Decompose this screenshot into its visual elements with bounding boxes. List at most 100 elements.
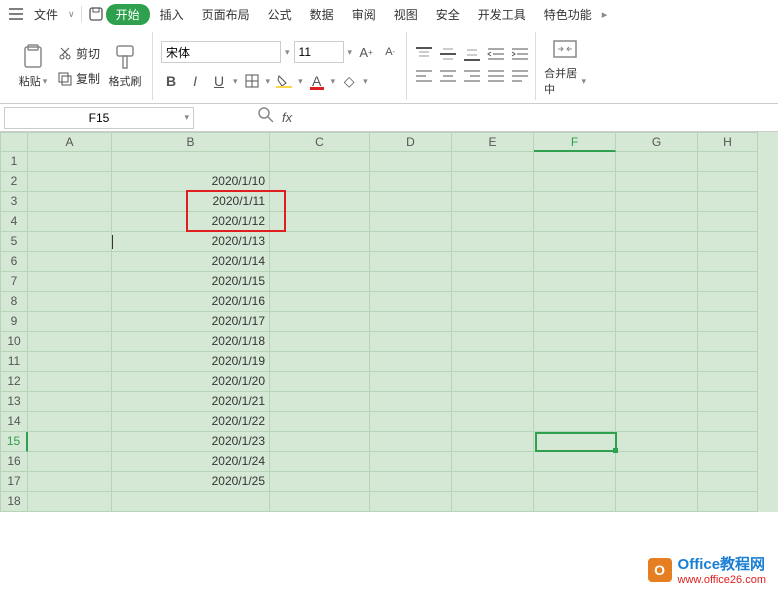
chevron-down-icon[interactable]: ▾ <box>348 47 353 58</box>
cell[interactable]: 2020/1/16 <box>112 292 270 312</box>
chevron-down-icon[interactable]: ∨ <box>68 9 75 20</box>
row-header[interactable]: 5 <box>0 232 28 252</box>
cell[interactable] <box>28 472 112 492</box>
cell[interactable]: 2020/1/18 <box>112 332 270 352</box>
cell[interactable]: 2020/1/24 <box>112 452 270 472</box>
cell[interactable] <box>452 372 534 392</box>
row-header[interactable]: 10 <box>0 332 28 352</box>
hamburger-icon[interactable] <box>8 6 24 22</box>
cell[interactable] <box>452 252 534 272</box>
underline-button[interactable]: U <box>209 71 229 91</box>
cell[interactable] <box>698 272 758 292</box>
align-right-icon[interactable] <box>463 69 481 85</box>
more-icon[interactable]: ▸ <box>602 8 608 21</box>
cell[interactable] <box>616 192 698 212</box>
align-left-icon[interactable] <box>415 69 433 85</box>
row-header[interactable]: 12 <box>0 372 28 392</box>
paste-button[interactable]: 粘贴▾ <box>12 43 54 89</box>
row-header[interactable]: 4 <box>0 212 28 232</box>
cell[interactable] <box>616 232 698 252</box>
col-header-F[interactable]: F <box>534 132 616 152</box>
cell[interactable] <box>698 412 758 432</box>
menu-file[interactable]: 文件 <box>26 3 66 26</box>
justify-icon[interactable] <box>487 69 505 85</box>
cell[interactable] <box>616 212 698 232</box>
menu-data[interactable]: 数据 <box>302 3 342 26</box>
cell[interactable] <box>616 352 698 372</box>
cell[interactable] <box>698 252 758 272</box>
cell[interactable] <box>452 232 534 252</box>
cell[interactable] <box>452 272 534 292</box>
fx-button[interactable]: fx <box>282 110 292 125</box>
col-header-G[interactable]: G <box>616 132 698 152</box>
menu-insert[interactable]: 插入 <box>152 3 192 26</box>
cell[interactable] <box>698 192 758 212</box>
cell[interactable] <box>28 292 112 312</box>
cell[interactable] <box>616 172 698 192</box>
cell[interactable] <box>452 212 534 232</box>
cell[interactable] <box>534 152 616 172</box>
shrink-font-icon[interactable]: A- <box>380 42 400 62</box>
cell[interactable]: 2020/1/21 <box>112 392 270 412</box>
row-header[interactable]: 1 <box>0 152 28 172</box>
cell[interactable] <box>616 332 698 352</box>
cell[interactable] <box>370 232 452 252</box>
cell[interactable] <box>28 452 112 472</box>
cell[interactable]: 2020/1/12 <box>112 212 270 232</box>
menu-view[interactable]: 视图 <box>386 3 426 26</box>
cell[interactable] <box>452 492 534 512</box>
select-all-corner[interactable] <box>0 132 28 152</box>
cell[interactable] <box>270 352 370 372</box>
menu-formula[interactable]: 公式 <box>260 3 300 26</box>
cell[interactable]: 2020/1/20 <box>112 372 270 392</box>
chevron-down-icon[interactable]: ▾ <box>298 76 303 87</box>
row-header[interactable]: 2 <box>0 172 28 192</box>
cell[interactable] <box>534 272 616 292</box>
cell[interactable] <box>270 252 370 272</box>
align-middle-icon[interactable] <box>439 47 457 63</box>
cell[interactable] <box>270 272 370 292</box>
merge-center-button[interactable]: 合并居中▾ <box>544 35 586 97</box>
cell[interactable] <box>698 152 758 172</box>
col-header-A[interactable]: A <box>28 132 112 152</box>
col-header-C[interactable]: C <box>270 132 370 152</box>
cell[interactable] <box>370 412 452 432</box>
cell[interactable] <box>616 152 698 172</box>
cell[interactable]: 2020/1/17 <box>112 312 270 332</box>
cell[interactable] <box>534 312 616 332</box>
cell[interactable] <box>270 492 370 512</box>
chevron-down-icon[interactable]: ▾ <box>266 76 271 87</box>
cell[interactable] <box>534 292 616 312</box>
cell[interactable] <box>270 432 370 452</box>
cell[interactable] <box>270 452 370 472</box>
cell[interactable]: 2020/1/25 <box>112 472 270 492</box>
cell[interactable] <box>452 312 534 332</box>
cell[interactable] <box>534 252 616 272</box>
grow-font-icon[interactable]: A+ <box>356 42 376 62</box>
cell[interactable] <box>270 172 370 192</box>
cell[interactable] <box>452 352 534 372</box>
row-header[interactable]: 3 <box>0 192 28 212</box>
cell[interactable] <box>28 272 112 292</box>
cell[interactable] <box>370 292 452 312</box>
italic-button[interactable]: I <box>185 71 205 91</box>
row-header[interactable]: 8 <box>0 292 28 312</box>
cell[interactable] <box>370 212 452 232</box>
cell[interactable] <box>270 332 370 352</box>
cell[interactable] <box>698 352 758 372</box>
row-header[interactable]: 11 <box>0 352 28 372</box>
cell[interactable] <box>370 332 452 352</box>
cell[interactable] <box>370 472 452 492</box>
cell[interactable] <box>698 212 758 232</box>
bold-button[interactable]: B <box>161 71 181 91</box>
menu-start[interactable]: 开始 <box>106 4 150 25</box>
row-header[interactable]: 9 <box>0 312 28 332</box>
menu-special[interactable]: 特色功能 <box>536 3 600 26</box>
cell[interactable] <box>534 432 616 452</box>
cell[interactable] <box>28 312 112 332</box>
indent-decrease-icon[interactable] <box>487 47 505 63</box>
cell[interactable] <box>452 452 534 472</box>
cell[interactable] <box>452 392 534 412</box>
cell[interactable]: 2020/1/15 <box>112 272 270 292</box>
cell[interactable] <box>452 192 534 212</box>
